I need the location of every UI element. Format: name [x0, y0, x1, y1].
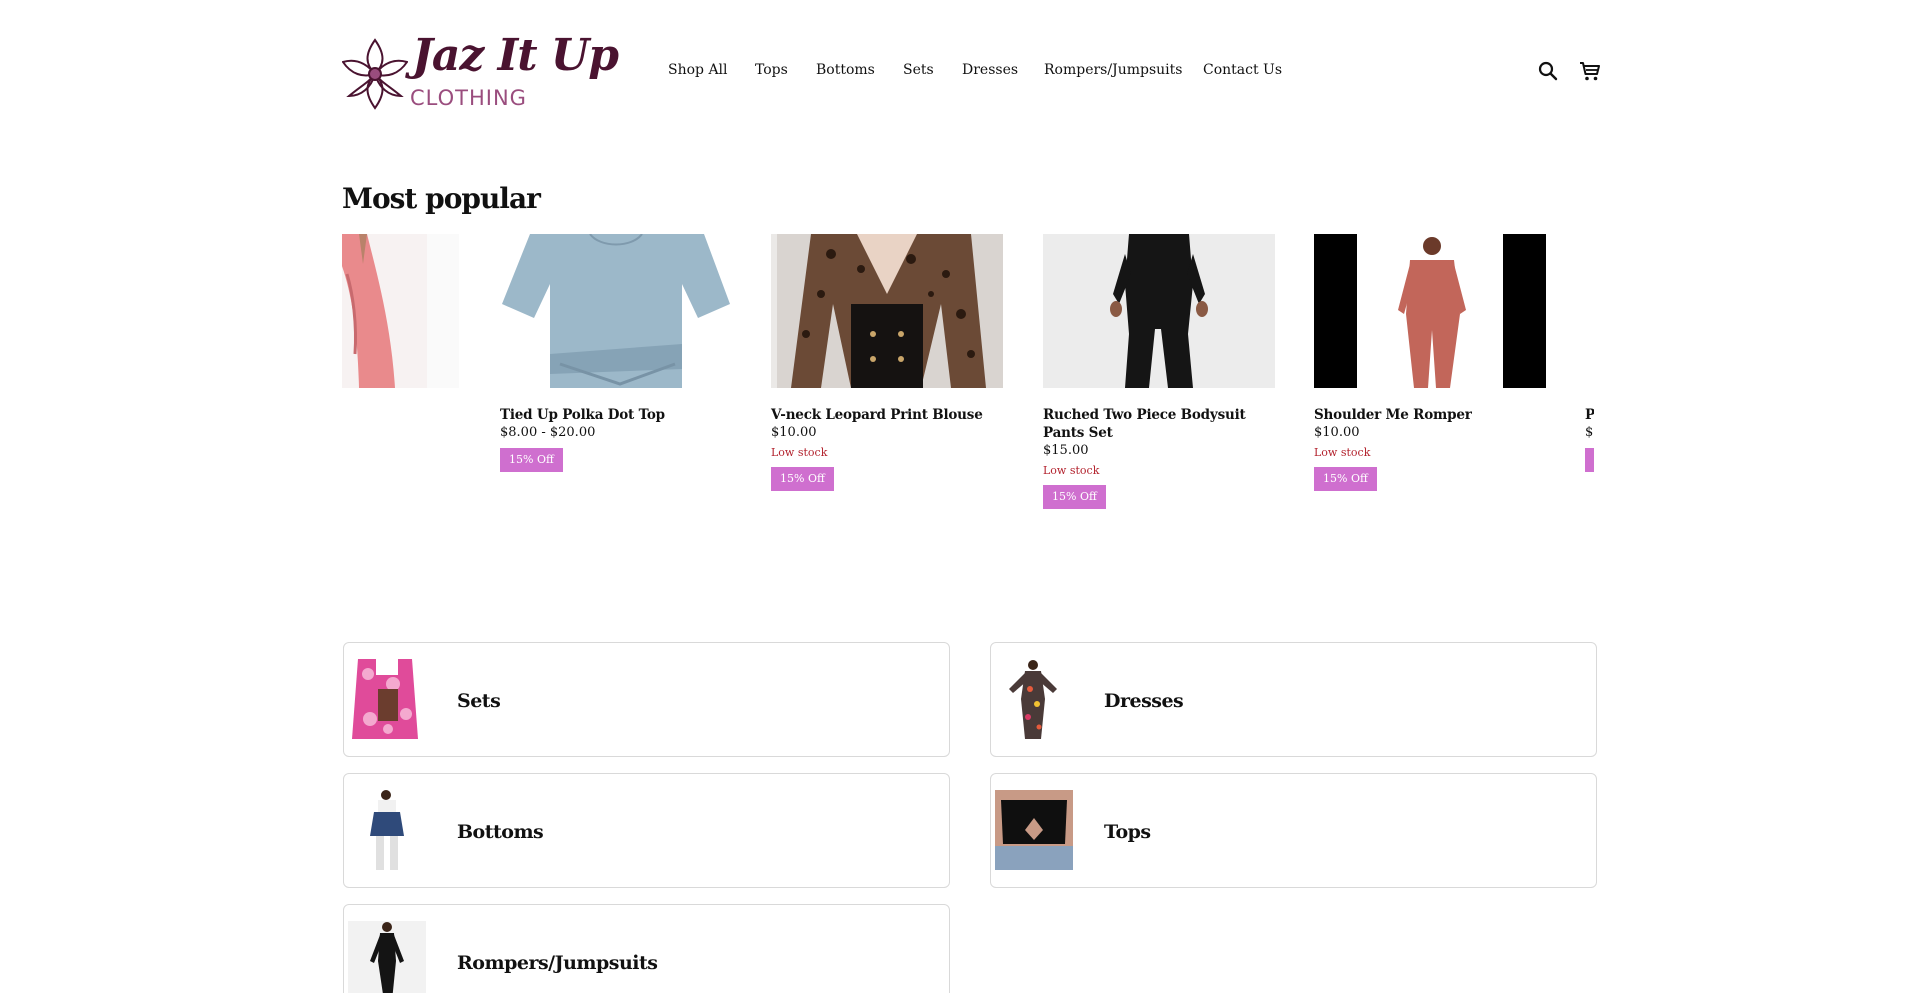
nav-sets[interactable]: Sets — [903, 62, 934, 78]
category-label: Sets — [457, 689, 501, 712]
category-card-rompers-jumpsuits[interactable]: Rompers/Jumpsuits — [343, 904, 950, 993]
discount-badge: 15% Off — [500, 448, 563, 472]
discount-badge: 1 — [1585, 448, 1594, 472]
product-carousel[interactable]: Tied Up Polka Dot Top $8.00 - $20.00 15%… — [342, 234, 1594, 534]
product-price: $15.00 — [1043, 443, 1089, 458]
category-label: Rompers/Jumpsuits — [457, 951, 658, 974]
category-card-dresses[interactable]: Dresses — [990, 642, 1597, 757]
cart-icon[interactable] — [1579, 60, 1601, 82]
product-name[interactable]: Ruched Two Piece Bodysuit Pants Set — [1043, 406, 1275, 442]
category-label: Dresses — [1104, 689, 1184, 712]
product-image — [1314, 234, 1546, 388]
category-image — [995, 790, 1073, 870]
nav-rompers-jumpsuits[interactable]: Rompers/Jumpsuits — [1044, 62, 1182, 78]
product-card[interactable]: V-neck Leopard Print Blouse $10.00 Low s… — [771, 234, 1003, 491]
product-price: $1 — [1585, 425, 1594, 440]
category-image — [348, 921, 426, 993]
category-label: Bottoms — [457, 820, 544, 843]
product-name[interactable]: Shoulder Me Romper — [1314, 406, 1546, 424]
product-card[interactable]: Shoulder Me Romper $10.00 Low stock 15% … — [1314, 234, 1546, 491]
nav-contact-us[interactable]: Contact Us — [1203, 62, 1282, 78]
stock-status: Low stock — [1043, 464, 1100, 477]
product-image — [1585, 234, 1594, 388]
nav-dresses[interactable]: Dresses — [962, 62, 1018, 78]
product-image — [342, 234, 459, 388]
product-image — [1043, 234, 1275, 388]
category-label: Tops — [1104, 820, 1151, 843]
flower-logo-icon — [342, 38, 408, 110]
category-image — [995, 659, 1073, 739]
brand-subtitle: CLOTHING — [410, 86, 527, 110]
nav-shop-all[interactable]: Shop All — [668, 62, 728, 78]
stock-status: Low stock — [771, 446, 828, 459]
category-image — [348, 659, 426, 739]
product-price: $10.00 — [1314, 425, 1360, 440]
product-name[interactable]: Tied Up Polka Dot Top — [500, 406, 732, 424]
brand-name: Jaz It Up — [412, 30, 619, 81]
product-name[interactable]: V-neck Leopard Print Blouse — [771, 406, 1003, 424]
product-card[interactable]: Pl $1 1 — [1585, 234, 1594, 472]
discount-badge: 15% Off — [1043, 485, 1106, 509]
discount-badge: 15% Off — [1314, 467, 1377, 491]
section-title-most-popular: Most popular — [342, 182, 541, 215]
category-image — [348, 790, 426, 870]
product-card[interactable]: Ruched Two Piece Bodysuit Pants Set $15.… — [1043, 234, 1275, 509]
stock-status: Low stock — [1314, 446, 1371, 459]
category-card-bottoms[interactable]: Bottoms — [343, 773, 950, 888]
category-card-sets[interactable]: Sets — [343, 642, 950, 757]
product-card[interactable]: Tied Up Polka Dot Top $8.00 - $20.00 15%… — [500, 234, 732, 472]
product-image — [500, 234, 732, 388]
nav-tops[interactable]: Tops — [755, 62, 788, 78]
brand-logo[interactable]: Jaz It Up CLOTHING — [342, 30, 619, 114]
product-card[interactable] — [342, 234, 459, 388]
product-price: $10.00 — [771, 425, 817, 440]
product-price: $8.00 - $20.00 — [500, 425, 596, 440]
discount-badge: 15% Off — [771, 467, 834, 491]
category-card-tops[interactable]: Tops — [990, 773, 1597, 888]
product-name[interactable]: Pl — [1585, 406, 1594, 424]
nav-bottoms[interactable]: Bottoms — [816, 62, 875, 78]
search-icon[interactable] — [1537, 60, 1559, 82]
site-header: Jaz It Up CLOTHING Shop All Tops Bottoms… — [0, 0, 1920, 140]
product-image — [771, 234, 1003, 388]
